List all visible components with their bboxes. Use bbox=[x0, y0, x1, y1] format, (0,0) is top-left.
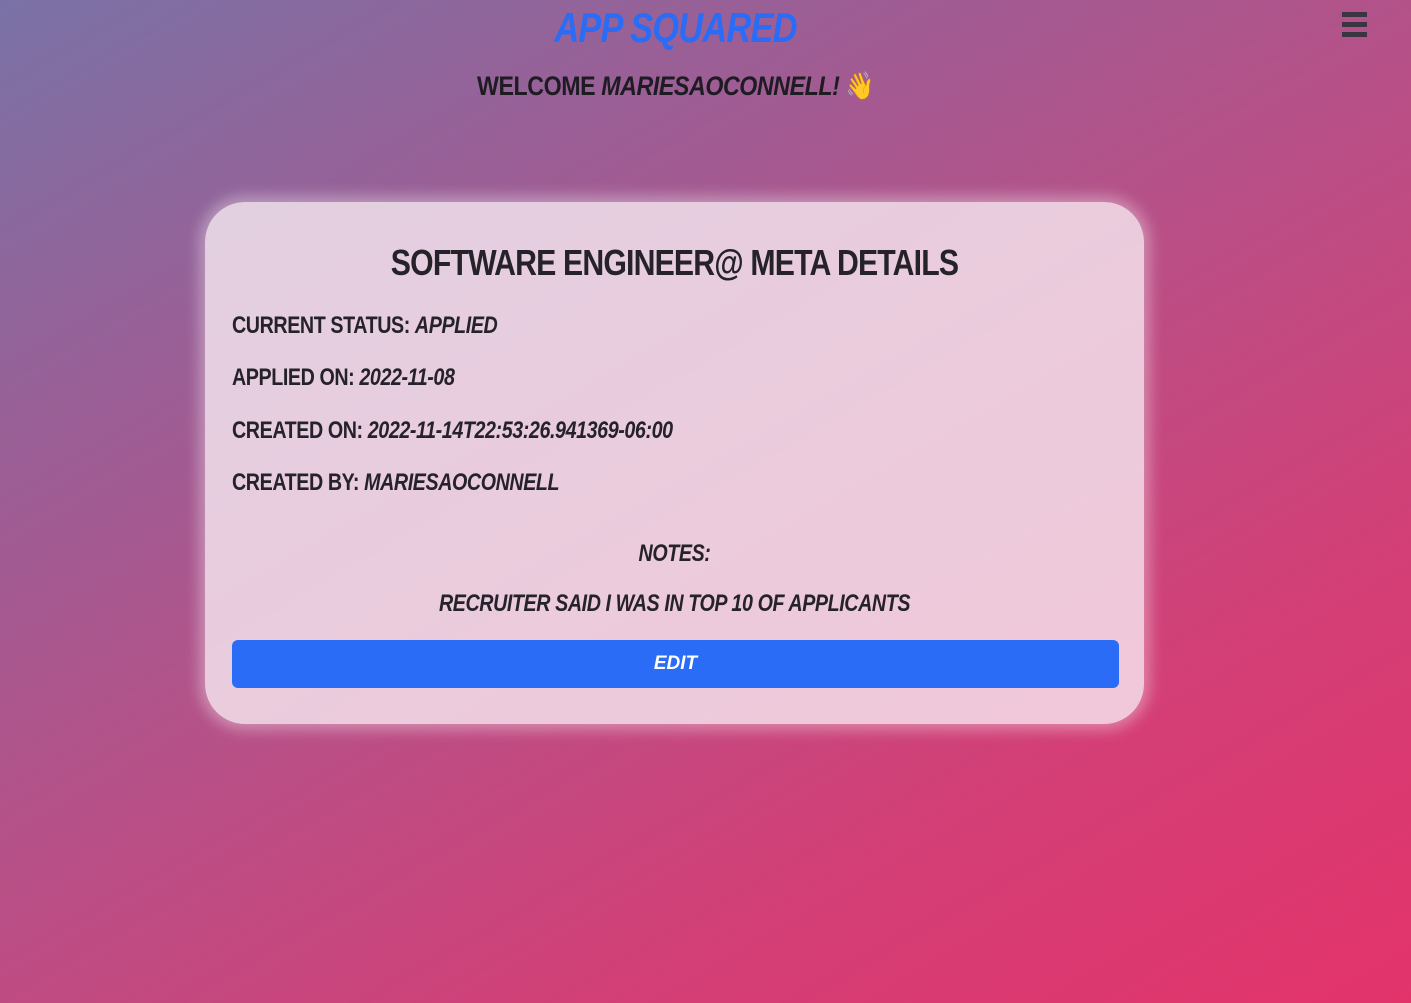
welcome-username: mariesaoconnell! bbox=[601, 71, 840, 101]
menu-bar bbox=[1342, 32, 1367, 37]
menu-bar bbox=[1342, 22, 1367, 27]
menu-bar bbox=[1342, 12, 1367, 17]
applied-on-row: Applied On: 2022-11-08 bbox=[232, 364, 455, 392]
applied-on-label: Applied On: bbox=[232, 364, 360, 391]
app-title[interactable]: App Squared bbox=[122, 0, 1230, 52]
details-title: Software Engineer@ Meta Details bbox=[390, 242, 959, 283]
welcome-message: Welcome mariesaoconnell! 👋 bbox=[95, 70, 1257, 102]
application-details-card: Software Engineer@ Meta Details Current … bbox=[205, 202, 1144, 724]
notes-text: Recruiter said I was in top 10 of applic… bbox=[438, 590, 911, 617]
wave-emoji-icon: 👋 bbox=[845, 71, 875, 101]
created-on-label: Created On: bbox=[232, 417, 368, 444]
edit-button[interactable]: Edit bbox=[232, 640, 1119, 688]
welcome-prefix: Welcome bbox=[476, 71, 602, 101]
created-on-row: Created On: 2022-11-14T22:53:26.941369-0… bbox=[232, 417, 673, 445]
created-by-value: mariesaoconnell bbox=[364, 469, 560, 496]
notes-label: Notes: bbox=[638, 540, 711, 567]
status-row: Current Status: applied bbox=[232, 312, 498, 340]
created-by-row: Created By: mariesaoconnell bbox=[232, 469, 560, 497]
status-label: Current Status: bbox=[232, 312, 415, 339]
applied-on-value: 2022-11-08 bbox=[359, 364, 455, 391]
created-on-value: 2022-11-14T22:53:26.941369-06:00 bbox=[367, 417, 673, 444]
created-by-label: Created By: bbox=[232, 469, 365, 496]
status-value: applied bbox=[414, 312, 498, 339]
hamburger-menu-icon[interactable] bbox=[1342, 12, 1367, 38]
